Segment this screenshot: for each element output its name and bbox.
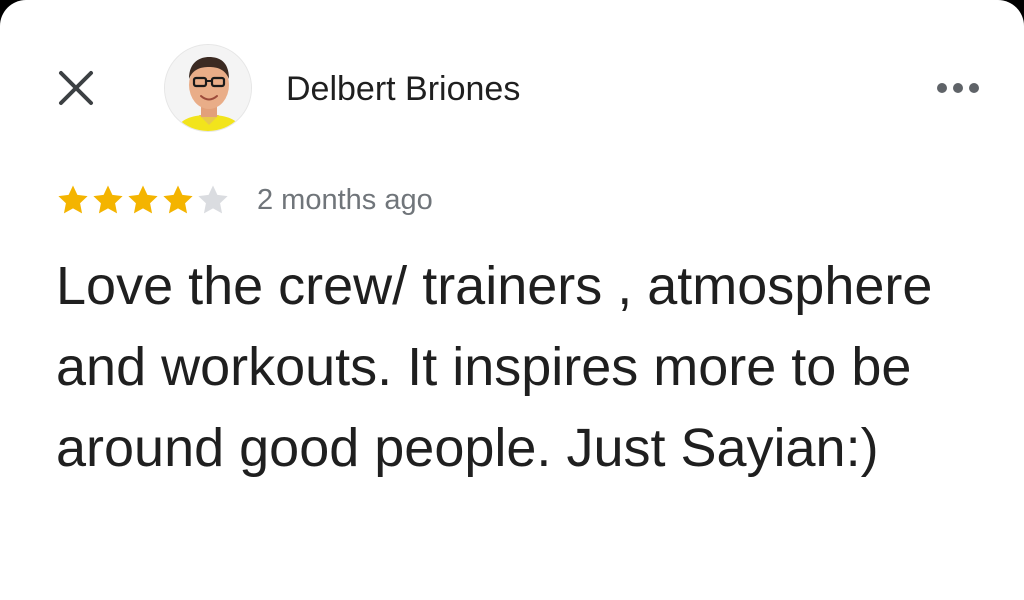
star-filled-icon	[128, 185, 158, 214]
author-name[interactable]: Delbert Briones	[286, 67, 520, 111]
star-filled-icon	[163, 185, 193, 214]
avatar[interactable]	[164, 44, 252, 132]
more-options-button[interactable]	[930, 68, 986, 108]
rating-row: 2 months ago	[56, 180, 433, 220]
star-filled-icon	[58, 185, 88, 214]
star-rating	[56, 183, 231, 217]
review-sheet: Delbert Briones 2 months ago Love the cr…	[0, 0, 1024, 600]
close-button[interactable]	[52, 64, 100, 112]
more-horizontal-icon	[937, 83, 979, 93]
review-time: 2 months ago	[257, 183, 433, 216]
star-empty-icon	[198, 185, 228, 214]
review-text: Love the crew/ trainers , atmosphere and…	[56, 256, 933, 478]
star-filled-icon	[93, 185, 123, 214]
close-icon	[59, 71, 93, 105]
profile-photo-icon	[165, 45, 251, 131]
